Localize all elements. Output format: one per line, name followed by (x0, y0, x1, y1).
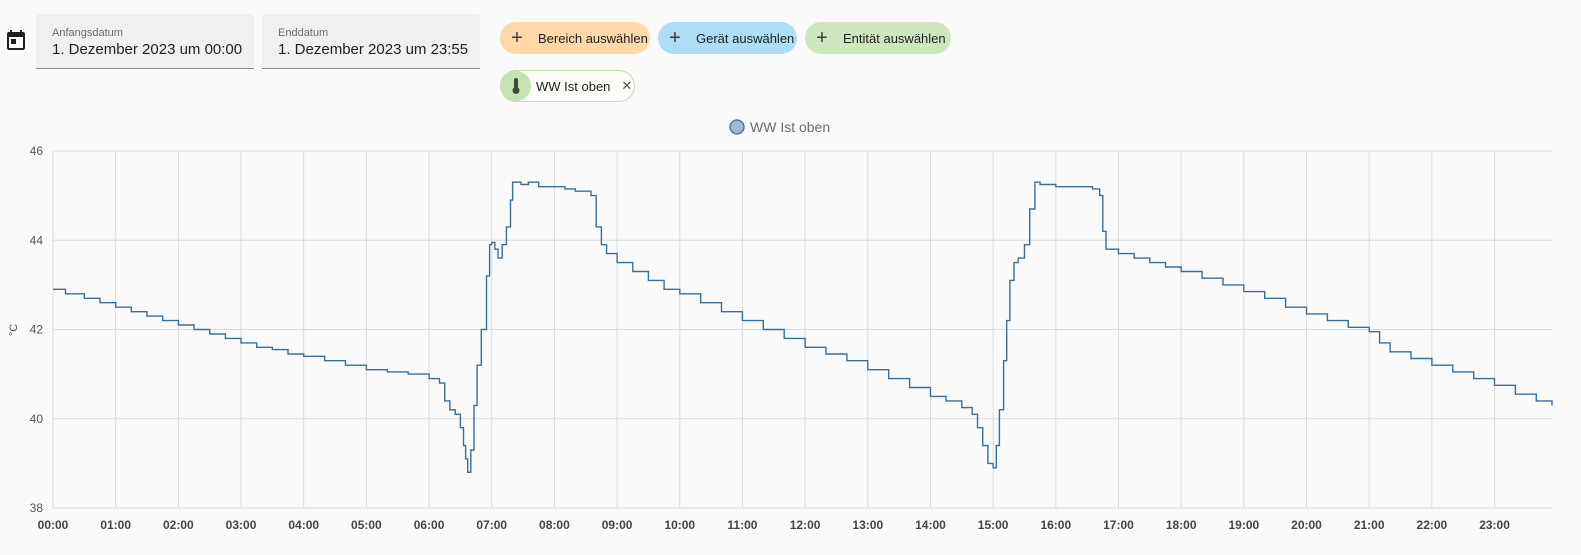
add-entity-button[interactable]: + Entität auswählen (805, 22, 951, 54)
plus-icon: + (669, 27, 681, 49)
add-area-label: Bereich auswählen (538, 30, 648, 46)
x-tick-label: 00:00 (38, 518, 69, 532)
y-tick-label: 40 (30, 412, 44, 426)
legend-marker (729, 119, 745, 135)
x-tick-label: 03:00 (226, 518, 257, 532)
start-date-label: Anfangsdatum (52, 27, 123, 39)
x-tick-label: 04:00 (288, 518, 319, 532)
add-area-button[interactable]: + Bereich auswählen (500, 22, 650, 54)
close-icon[interactable]: ✕ (621, 78, 632, 94)
add-entity-label: Entität auswählen (843, 30, 946, 46)
x-tick-label: 23:00 (1479, 518, 1510, 532)
selected-entity-name: WW Ist oben (536, 78, 611, 94)
selected-entity-chip[interactable]: WW Ist oben ✕ (500, 70, 635, 102)
y-tick-label: 44 (30, 233, 44, 247)
series-line-ww-ist-oben (53, 181, 1553, 473)
x-tick-label: 14:00 (915, 518, 946, 532)
add-device-button[interactable]: + Gerät auswählen (658, 22, 797, 54)
x-tick-label: 10:00 (664, 518, 695, 532)
start-date-field[interactable]: Anfangsdatum 1. Dezember 2023 um 00:00 (36, 14, 254, 69)
end-date-value[interactable]: 1. Dezember 2023 um 23:55 (278, 41, 468, 58)
x-tick-label: 13:00 (852, 518, 883, 532)
y-axis-label: °C (8, 324, 20, 336)
history-chart: WW Ist oben °C 38 40 42 44 46 00:00 01:00 02:0… (8, 119, 1553, 532)
x-tick-label: 15:00 (978, 518, 1009, 532)
x-tick-label: 18:00 (1166, 518, 1197, 532)
x-tick-label: 17:00 (1103, 518, 1134, 532)
x-tick-label: 11:00 (727, 518, 757, 532)
x-tick-label: 22:00 (1417, 518, 1448, 532)
y-tick-label: 46 (30, 144, 44, 158)
chart-legend[interactable]: WW Ist oben (729, 119, 830, 135)
calendar-icon[interactable] (4, 28, 28, 52)
legend-label: WW Ist oben (750, 119, 830, 135)
plus-icon: + (816, 27, 828, 49)
x-tick-label: 20:00 (1291, 518, 1322, 532)
start-date-value[interactable]: 1. Dezember 2023 um 00:00 (52, 41, 242, 58)
x-tick-label: 07:00 (476, 518, 507, 532)
plus-icon: + (511, 27, 523, 49)
x-tick-label: 12:00 (790, 518, 821, 532)
y-tick-label: 42 (30, 323, 44, 337)
x-tick-label: 05:00 (351, 518, 382, 532)
end-date-field[interactable]: Enddatum 1. Dezember 2023 um 23:55 (262, 14, 480, 69)
x-tick-label: 01:00 (100, 518, 131, 532)
x-tick-label: 21:00 (1354, 518, 1385, 532)
x-tick-label: 16:00 (1040, 518, 1071, 532)
x-tick-label: 19:00 (1228, 518, 1259, 532)
end-date-label: Enddatum (278, 27, 329, 39)
x-tick-label: 09:00 (602, 518, 633, 532)
y-tick-label: 38 (30, 501, 44, 515)
x-tick-label: 08:00 (539, 518, 570, 532)
x-tick-label: 02:00 (163, 518, 194, 532)
x-tick-label: 06:00 (414, 518, 445, 532)
add-device-label: Gerät auswählen (696, 30, 795, 46)
thermometer-icon (501, 71, 531, 101)
